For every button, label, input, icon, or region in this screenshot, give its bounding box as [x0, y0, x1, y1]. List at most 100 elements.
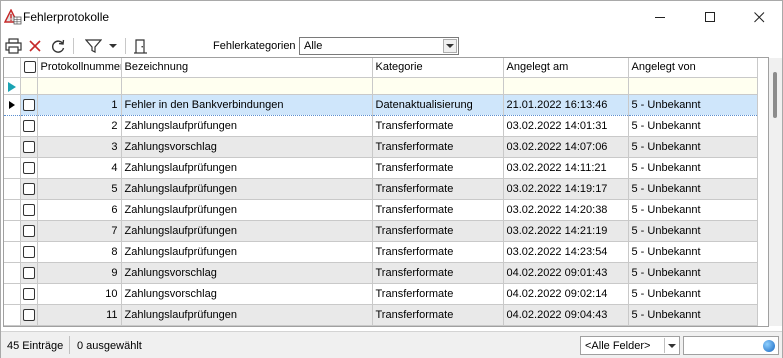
row-checkbox-cell[interactable]: [20, 241, 38, 263]
row-checkbox-cell[interactable]: [20, 304, 38, 326]
select-all-checkbox-cell[interactable]: [20, 58, 38, 78]
table-row[interactable]: 2 Zahlungslaufprüfungen Transferformate 03.…: [4, 115, 758, 137]
row-checkbox-cell[interactable]: [20, 115, 38, 137]
cell-protokollnummer[interactable]: 5: [37, 178, 122, 200]
cell-angelegt-am[interactable]: 03.02.2022 14:21:19: [503, 220, 629, 242]
row-checkbox[interactable]: [22, 203, 35, 216]
cell-protokollnummer[interactable]: 1: [37, 93, 122, 116]
cell-angelegt-am[interactable]: 04.02.2022 09:01:43: [503, 262, 629, 284]
row-checkbox-cell[interactable]: [20, 220, 38, 242]
cell-bezeichnung[interactable]: Zahlungsvorschlag: [121, 136, 373, 158]
cell-kategorie[interactable]: Transferformate: [372, 262, 504, 284]
row-checkbox[interactable]: [22, 266, 35, 279]
column-header-angelegt-am[interactable]: Angelegt am: [503, 58, 629, 78]
row-checkbox[interactable]: [22, 308, 35, 321]
table-row[interactable]: 3 Zahlungsvorschlag Transferformate 03.02.2…: [4, 136, 758, 158]
cell-angelegt-am[interactable]: 03.02.2022 14:19:17: [503, 178, 629, 200]
filter-cell[interactable]: [503, 77, 629, 95]
cell-angelegt-von[interactable]: 5 - Unbekannt: [628, 220, 758, 242]
field-filter-dropdown-button[interactable]: [664, 338, 678, 353]
cell-bezeichnung[interactable]: Zahlungslaufprüfungen: [121, 157, 373, 179]
table-row[interactable]: 1 Fehler in den Bankverbindungen Datenaktu…: [4, 93, 758, 116]
table-row[interactable]: 10 Zahlungsvorschlag Transferformate 04.02.…: [4, 283, 758, 305]
table-row[interactable]: 11 Zahlungslaufprüfungen Transferformate 04…: [4, 304, 758, 326]
field-filter-select[interactable]: <Alle Felder>: [580, 336, 680, 355]
cell-protokollnummer[interactable]: 10: [37, 283, 122, 305]
cell-kategorie[interactable]: Transferformate: [372, 115, 504, 137]
table-row[interactable]: 5 Zahlungslaufprüfungen Transferformate 03.…: [4, 178, 758, 200]
cell-angelegt-von[interactable]: 5 - Unbekannt: [628, 199, 758, 221]
filter-cell[interactable]: [20, 77, 38, 95]
row-checkbox-cell[interactable]: [20, 199, 38, 221]
row-checkbox[interactable]: [22, 287, 35, 300]
filter-row[interactable]: [4, 77, 758, 95]
filter-cell[interactable]: [121, 77, 373, 95]
row-checkbox-cell[interactable]: [20, 157, 38, 179]
cell-angelegt-von[interactable]: 5 - Unbekannt: [628, 136, 758, 158]
cell-angelegt-von[interactable]: 5 - Unbekannt: [628, 157, 758, 179]
cell-bezeichnung[interactable]: Zahlungslaufprüfungen: [121, 115, 373, 137]
row-checkbox[interactable]: [22, 119, 35, 132]
filter-cell[interactable]: [37, 77, 122, 95]
delete-button[interactable]: [25, 37, 45, 55]
cell-bezeichnung[interactable]: Zahlungslaufprüfungen: [121, 178, 373, 200]
column-header-angelegt-von[interactable]: Angelegt von: [628, 58, 758, 78]
row-checkbox[interactable]: [22, 182, 35, 195]
row-checkbox-cell[interactable]: [20, 136, 38, 158]
cell-bezeichnung[interactable]: Zahlungslaufprüfungen: [121, 304, 373, 326]
column-header-bezeichnung[interactable]: Bezeichnung: [121, 58, 373, 78]
column-header-kategorie[interactable]: Kategorie: [372, 58, 504, 78]
close-button[interactable]: [736, 1, 782, 34]
table-row[interactable]: 6 Zahlungslaufprüfungen Transferformate 03.…: [4, 199, 758, 221]
cell-kategorie[interactable]: Transferformate: [372, 178, 504, 200]
cell-angelegt-von[interactable]: 5 - Unbekannt: [628, 241, 758, 263]
maximize-button[interactable]: [687, 1, 733, 34]
cell-angelegt-von[interactable]: 5 - Unbekannt: [628, 178, 758, 200]
filter-button[interactable]: [83, 37, 103, 55]
table-row[interactable]: 4 Zahlungslaufprüfungen Transferformate 03.…: [4, 157, 758, 179]
table-row[interactable]: 7 Zahlungslaufprüfungen Transferformate 03.…: [4, 220, 758, 242]
export-button[interactable]: [131, 37, 151, 55]
cell-bezeichnung[interactable]: Zahlungslaufprüfungen: [121, 241, 373, 263]
cell-angelegt-von[interactable]: 5 - Unbekannt: [628, 115, 758, 137]
cell-angelegt-am[interactable]: 04.02.2022 09:02:14: [503, 283, 629, 305]
cell-protokollnummer[interactable]: 7: [37, 220, 122, 242]
table-row[interactable]: 8 Zahlungslaufprüfungen Transferformate 03.…: [4, 241, 758, 263]
filter-category-select[interactable]: Alle: [299, 37, 459, 55]
cell-bezeichnung[interactable]: Zahlungslaufprüfungen: [121, 220, 373, 242]
cell-angelegt-am[interactable]: 03.02.2022 14:01:31: [503, 115, 629, 137]
cell-bezeichnung[interactable]: Zahlungsvorschlag: [121, 283, 373, 305]
refresh-button[interactable]: [48, 37, 68, 55]
cell-kategorie[interactable]: Transferformate: [372, 136, 504, 158]
cell-angelegt-von[interactable]: 5 - Unbekannt: [628, 262, 758, 284]
row-checkbox[interactable]: [22, 161, 35, 174]
cell-bezeichnung[interactable]: Zahlungsvorschlag: [121, 262, 373, 284]
row-checkbox-cell[interactable]: [20, 283, 38, 305]
cell-kategorie[interactable]: Datenaktualisierung: [372, 93, 504, 116]
cell-protokollnummer[interactable]: 2: [37, 115, 122, 137]
cell-kategorie[interactable]: Transferformate: [372, 220, 504, 242]
cell-angelegt-am[interactable]: 21.01.2022 16:13:46: [503, 93, 629, 116]
cell-angelegt-von[interactable]: 5 - Unbekannt: [628, 283, 758, 305]
cell-angelegt-am[interactable]: 03.02.2022 14:20:38: [503, 199, 629, 221]
cell-kategorie[interactable]: Transferformate: [372, 157, 504, 179]
filter-dropdown-button[interactable]: [107, 37, 119, 55]
print-button[interactable]: [3, 37, 23, 55]
scrollbar-thumb[interactable]: [773, 72, 777, 118]
row-checkbox[interactable]: [22, 98, 35, 111]
cell-bezeichnung[interactable]: Fehler in den Bankverbindungen: [121, 93, 373, 116]
cell-protokollnummer[interactable]: 3: [37, 136, 122, 158]
column-header-protokollnummer[interactable]: Protokollnummer: [37, 58, 122, 78]
cell-angelegt-von[interactable]: 5 - Unbekannt: [628, 304, 758, 326]
table-row[interactable]: 9 Zahlungsvorschlag Transferformate 04.02.2…: [4, 262, 758, 284]
cell-kategorie[interactable]: Transferformate: [372, 241, 504, 263]
cell-protokollnummer[interactable]: 11: [37, 304, 122, 326]
cell-angelegt-am[interactable]: 03.02.2022 14:23:54: [503, 241, 629, 263]
row-checkbox[interactable]: [22, 245, 35, 258]
cell-kategorie[interactable]: Transferformate: [372, 304, 504, 326]
cell-protokollnummer[interactable]: 6: [37, 199, 122, 221]
minimize-button[interactable]: [637, 1, 683, 34]
cell-angelegt-am[interactable]: 03.02.2022 14:11:21: [503, 157, 629, 179]
cell-protokollnummer[interactable]: 4: [37, 157, 122, 179]
row-checkbox-cell[interactable]: [20, 178, 38, 200]
